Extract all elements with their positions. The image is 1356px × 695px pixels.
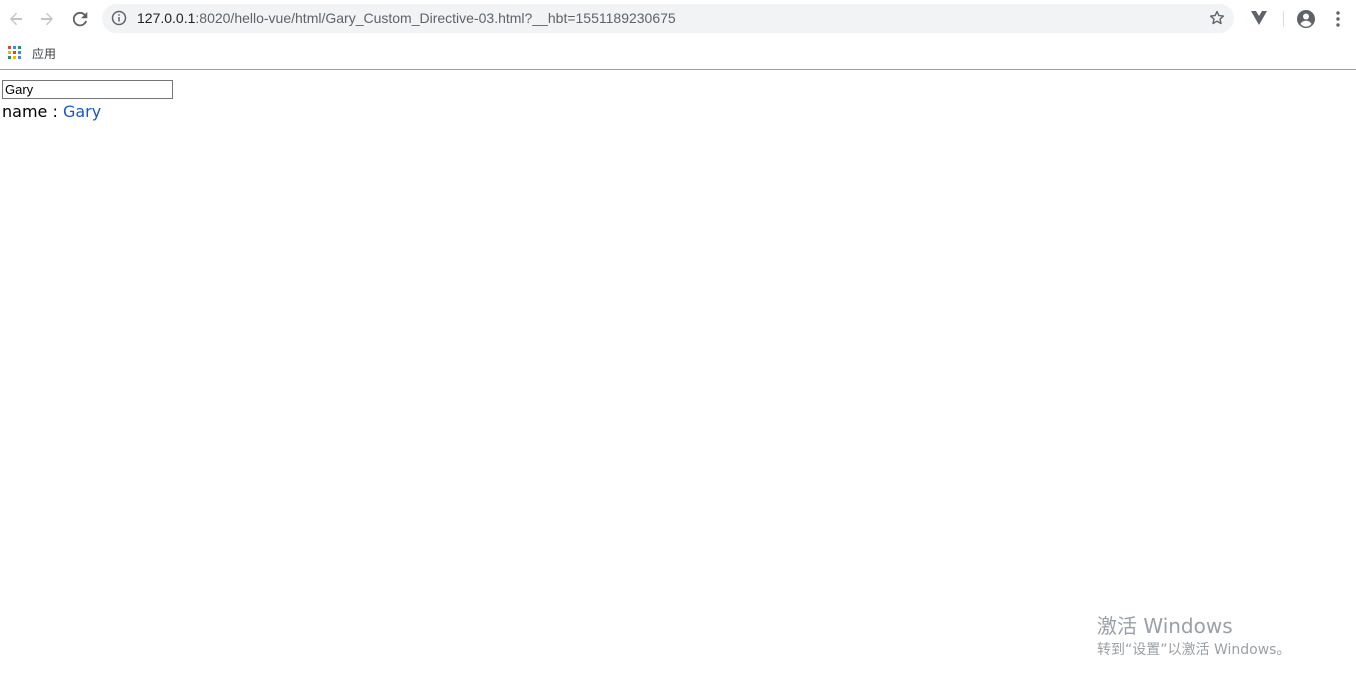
- forward-button[interactable]: [35, 7, 59, 31]
- bookmarks-bar: 应用: [0, 38, 1356, 70]
- name-display: name : Gary: [2, 102, 101, 122]
- url-text[interactable]: 127.0.0.1:8020/hello-vue/html/Gary_Custo…: [137, 10, 676, 27]
- toolbar-divider: [1283, 11, 1284, 27]
- watermark-subtitle: 转到“设置”以激活 Windows。: [1097, 642, 1291, 658]
- address-bar[interactable]: 127.0.0.1:8020/hello-vue/html/Gary_Custo…: [102, 4, 1234, 33]
- name-value: Gary: [62, 102, 102, 121]
- reload-icon: [72, 11, 88, 27]
- watermark-title: 激活 Windows: [1097, 614, 1233, 638]
- apps-label: 应用: [32, 46, 57, 61]
- kebab-menu-icon[interactable]: [1329, 9, 1347, 29]
- vue-devtools-icon[interactable]: [1250, 9, 1268, 27]
- profile-icon[interactable]: [1296, 9, 1316, 29]
- apps-shortcut[interactable]: 应用: [8, 43, 56, 63]
- name-label: name :: [2, 102, 63, 121]
- url-path: :8020/hello-vue/html/Gary_Custom_Directi…: [195, 10, 676, 26]
- apps-grid-icon: [8, 46, 22, 60]
- page-content: name : Gary: [0, 70, 1356, 695]
- arrow-left-icon: [10, 12, 22, 26]
- arrow-right-icon: [41, 12, 53, 26]
- url-host: 127.0.0.1: [137, 10, 196, 26]
- windows-activation-watermark: 激活 Windows 转到“设置”以激活 Windows。: [1097, 613, 1290, 660]
- name-input[interactable]: [2, 80, 173, 99]
- browser-toolbar: 127.0.0.1:8020/hello-vue/html/Gary_Custo…: [0, 0, 1356, 38]
- star-icon[interactable]: [1209, 10, 1225, 26]
- back-button[interactable]: [4, 7, 28, 31]
- reload-button[interactable]: [68, 7, 92, 31]
- info-icon[interactable]: [111, 10, 127, 26]
